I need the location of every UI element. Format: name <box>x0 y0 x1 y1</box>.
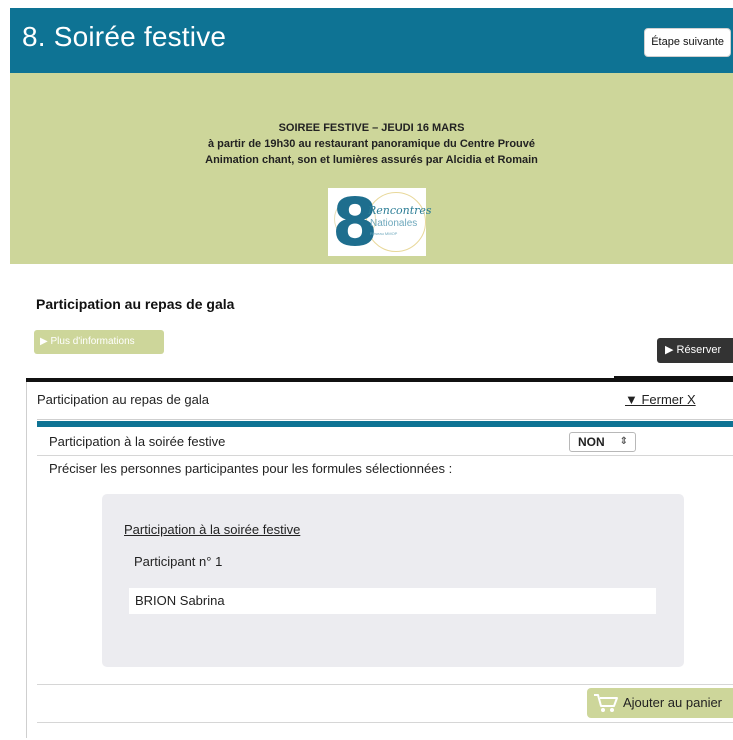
updown-arrows-icon: ⇕ <box>619 436 628 447</box>
play-icon: ▶ <box>40 336 48 347</box>
option-label: Participation à la soirée festive <box>49 434 226 449</box>
divider <box>37 684 733 685</box>
booking-panel: Participation au repas de gala ▼ Fermer … <box>26 382 733 738</box>
logo-tiny-text: Réseau MMOP <box>370 231 398 236</box>
participants-card: Participation à la soirée festive Partic… <box>102 494 684 667</box>
logo-word: Nationales <box>370 218 418 229</box>
option-row: Participation à la soirée festive NON ⇕ <box>37 427 733 456</box>
cart-icon <box>594 694 618 712</box>
add-to-cart-label: Ajouter au panier <box>623 695 723 710</box>
next-step-button[interactable]: Étape suivante <box>644 28 731 57</box>
panel-heading: Participation au repas de gala <box>37 392 210 407</box>
play-icon: ▶ <box>665 344 674 356</box>
divider <box>37 722 733 723</box>
reserve-label: Réserver <box>676 344 722 356</box>
instructions-text: Préciser les personnes participantes pou… <box>49 461 453 476</box>
participant-label: Participant n° 1 <box>134 554 223 569</box>
banner-line-1: SOIREE FESTIVE – JEUDI 16 MARS <box>278 122 465 134</box>
event-logo: 8 Rencontres Nationales Réseau MMOP <box>328 184 432 261</box>
add-to-cart-button[interactable]: Ajouter au panier <box>587 688 733 718</box>
select-value: NON <box>578 435 605 449</box>
page-header: 8. Soirée festive Étape suivante <box>10 8 733 73</box>
event-banner: SOIREE FESTIVE – JEUDI 16 MARS à partir … <box>10 73 733 264</box>
close-panel-link[interactable]: ▼ Fermer X <box>625 392 696 407</box>
instructions-row: Préciser les personnes participantes pou… <box>37 456 733 482</box>
more-info-button[interactable]: ▶ Plus d'informations <box>34 330 164 354</box>
card-title: Participation à la soirée festive <box>124 522 301 537</box>
reserve-button[interactable]: ▶ Réserver <box>657 338 733 363</box>
section-title: Participation au repas de gala <box>36 296 235 312</box>
banner-line-3: Animation chant, son et lumières assurés… <box>205 154 538 166</box>
participation-select[interactable]: NON ⇕ <box>569 432 636 452</box>
participant-name-field[interactable]: BRION Sabrina <box>129 588 656 614</box>
more-info-label: Plus d'informations <box>50 336 135 347</box>
divider <box>37 419 733 420</box>
page-title: 8. Soirée festive <box>22 21 227 52</box>
banner-line-2: à partir de 19h30 au restaurant panorami… <box>207 138 536 150</box>
logo-script: Rencontres <box>368 204 432 217</box>
